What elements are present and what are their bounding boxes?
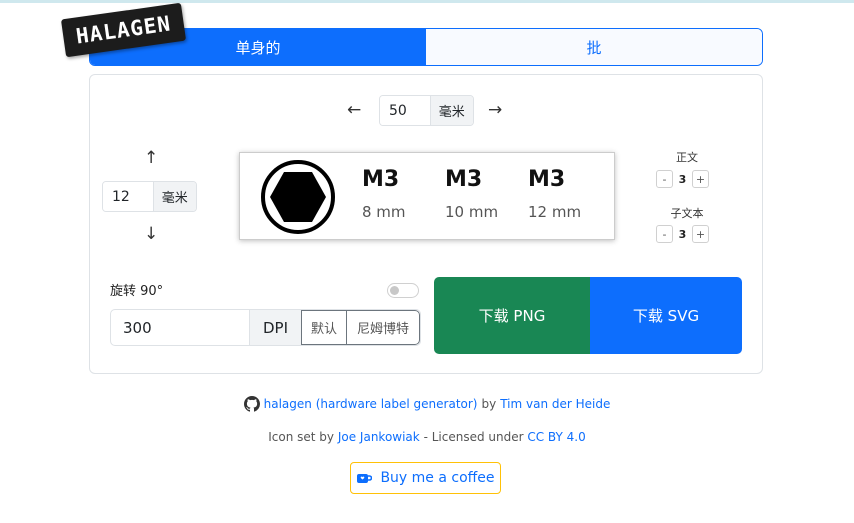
spec-length: 12 mm [528, 203, 582, 221]
licensed-text: - Licensed under [423, 430, 524, 444]
rotate-toggle[interactable] [387, 283, 419, 298]
toggle-knob [390, 286, 399, 295]
dpi-preset-default-button[interactable]: 默认 [301, 310, 346, 345]
height-input[interactable]: 12 [103, 182, 153, 211]
coffee-label: Buy me a coffee [380, 470, 495, 486]
dpi-input-group: 300 DPI 默认 尼姆博特 [110, 309, 421, 346]
footer-project-line: halagen (hardware label generator) by Ti… [0, 396, 854, 412]
height-unit: 毫米 [152, 182, 196, 211]
coffee-cup-icon [357, 474, 373, 483]
project-link[interactable]: halagen (hardware label generator) [264, 397, 478, 411]
hexagon-shape [270, 172, 326, 222]
footer-credits-line: Icon set by Joe Jankowiak - Licensed und… [0, 430, 854, 444]
hex-socket-icon [261, 160, 335, 234]
rotate-label: 旋转 90° [110, 284, 164, 299]
body-size-value: 3 [678, 172, 687, 186]
logo-text: HALAGEN [74, 11, 173, 49]
top-accent-line [0, 0, 854, 3]
body-size-plus-button[interactable]: + [692, 170, 709, 188]
author-link[interactable]: Tim van der Heide [500, 397, 610, 411]
sub-text-size-label: 子文本 [670, 207, 704, 220]
label-spec-1: M3 8 mm [362, 167, 442, 221]
height-input-group: 12 毫米 [102, 181, 197, 212]
sub-size-plus-button[interactable]: + [692, 225, 709, 243]
decrease-width-arrow-icon[interactable]: ← [347, 100, 361, 120]
body-text-size-label: 正文 [676, 151, 698, 164]
icon-set-text: Icon set by [268, 430, 335, 444]
dpi-input[interactable]: 300 [111, 310, 249, 345]
width-unit: 毫米 [429, 96, 473, 125]
mode-tabs: 单身的 批 [89, 28, 763, 66]
label-preview: M3 8 mm M3 10 mm M3 12 mm [239, 152, 615, 240]
dpi-preset-2-button[interactable]: 尼姆博特 [346, 310, 420, 345]
sub-size-minus-button[interactable]: - [656, 225, 673, 243]
download-png-button[interactable]: 下载 PNG [434, 277, 590, 354]
body-text-size-stepper: - 3 + [656, 170, 709, 188]
sub-text-size-stepper: - 3 + [656, 225, 709, 243]
spec-length: 8 mm [362, 203, 406, 221]
body-size-minus-button[interactable]: - [656, 170, 673, 188]
decrease-height-arrow-icon[interactable]: ↓ [144, 224, 158, 244]
width-input[interactable]: 50 [380, 96, 430, 125]
tab-batch[interactable]: 批 [426, 29, 762, 65]
label-spec-3: M3 12 mm [528, 167, 608, 221]
spec-size: M3 [528, 167, 566, 192]
spec-size: M3 [362, 167, 400, 192]
github-icon [243, 396, 260, 412]
dpi-unit: DPI [249, 310, 301, 345]
label-spec-2: M3 10 mm [445, 167, 525, 221]
by-text: by [481, 397, 497, 411]
increase-width-arrow-icon[interactable]: → [488, 100, 502, 120]
icon-author-link[interactable]: Joe Jankowiak [338, 430, 420, 444]
sub-size-value: 3 [678, 227, 687, 241]
editor-card: ← 50 毫米 → ↑ 12 毫米 ↓ M3 8 mm M3 10 mm M3 … [89, 74, 763, 374]
increase-height-arrow-icon[interactable]: ↑ [144, 148, 158, 168]
spec-length: 10 mm [445, 203, 499, 221]
buy-me-a-coffee-button[interactable]: Buy me a coffee [350, 462, 501, 494]
width-input-group: 50 毫米 [379, 95, 474, 126]
spec-size: M3 [445, 167, 483, 192]
license-link[interactable]: CC BY 4.0 [527, 430, 585, 444]
download-svg-button[interactable]: 下载 SVG [590, 277, 742, 354]
